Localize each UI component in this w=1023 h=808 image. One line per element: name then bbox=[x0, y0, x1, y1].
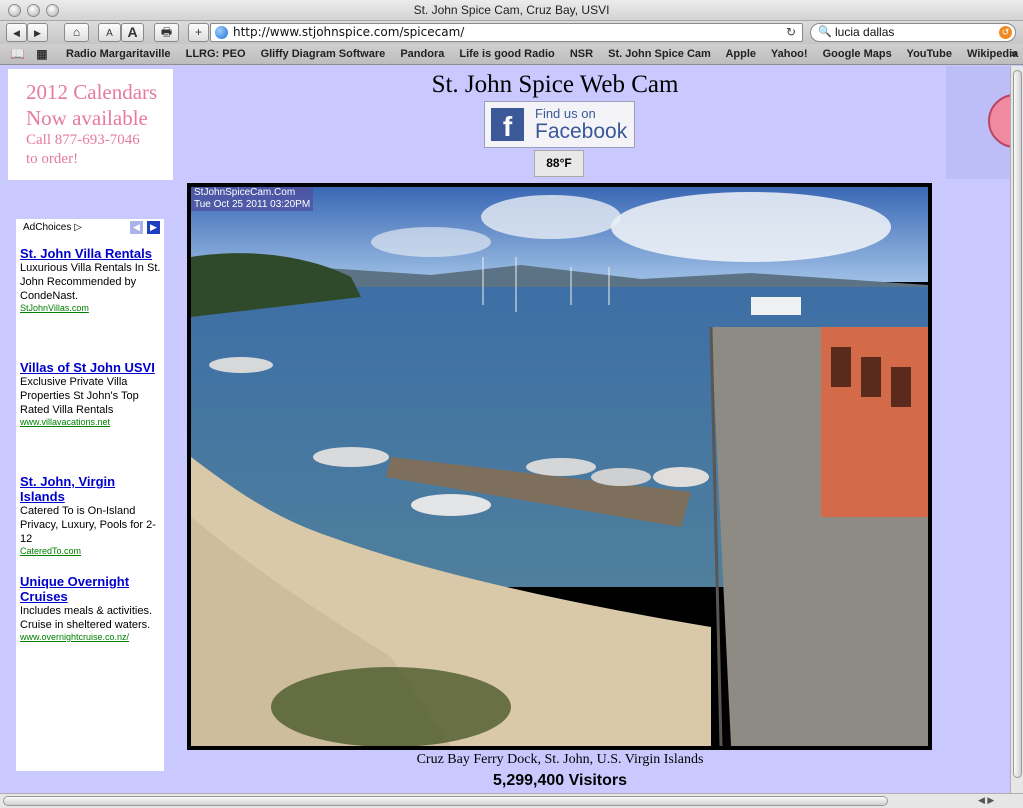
window-title: St. John Spice Cam, Cruz Bay, USVI bbox=[413, 3, 610, 17]
ad-url-link[interactable]: www.villavacations.net bbox=[20, 417, 162, 427]
spice-logo-icon bbox=[988, 94, 1010, 148]
chevron-left-icon[interactable]: ◀ bbox=[130, 221, 143, 234]
bookmark-item[interactable]: St. John Spice Cam bbox=[608, 48, 711, 60]
forward-icon: ▶ bbox=[34, 28, 41, 38]
webcam-frame: StJohnSpiceCam.Com Tue Oct 25 2011 03:20… bbox=[187, 183, 932, 750]
bookmark-item[interactable]: LLRG: PEO bbox=[186, 48, 246, 60]
ad-body: Includes meals & activities. Cruise in s… bbox=[20, 605, 153, 631]
bookmarks-bar: 📖 ▦ Radio Margaritaville LLRG: PEO Gliff… bbox=[0, 44, 1023, 65]
text-bigger-label: A bbox=[127, 24, 138, 40]
adchoices-label[interactable]: AdChoices ▷ bbox=[23, 222, 82, 233]
bookmark-item[interactable]: NSR bbox=[570, 48, 593, 60]
ad-title-link[interactable]: St. John, Virgin Islands bbox=[20, 474, 162, 504]
chevron-right-icon[interactable]: ▶ bbox=[147, 221, 160, 234]
bookmark-item[interactable]: Yahoo! bbox=[771, 48, 808, 60]
calendar-ad[interactable]: 2012 Calendars Now available Call 877-69… bbox=[8, 69, 173, 180]
facebook-icon: f bbox=[491, 108, 524, 142]
bookmarks-overflow-button[interactable]: » bbox=[1011, 44, 1017, 64]
horizontal-scroll-thumb[interactable] bbox=[3, 796, 888, 806]
bookmark-item[interactable]: Gliffy Diagram Software bbox=[261, 48, 386, 60]
bookmarks-icons: 📖 ▦ bbox=[10, 44, 48, 64]
stamp-datetime: Tue Oct 25 2011 03:20PM bbox=[194, 199, 311, 210]
ad-url-link[interactable]: www.overnightcruise.co.nz/ bbox=[20, 632, 162, 642]
add-bookmark-button[interactable]: + bbox=[188, 23, 209, 42]
webcam-scene bbox=[191, 187, 928, 746]
horizontal-scrollbar[interactable]: ◀ ▶ bbox=[0, 793, 1023, 808]
reload-icon[interactable]: ↻ bbox=[786, 24, 796, 41]
text-smaller-label: A bbox=[106, 28, 113, 39]
snapback-icon[interactable]: ↺ bbox=[999, 26, 1012, 39]
scroll-arrows-icon[interactable]: ◀ ▶ bbox=[978, 795, 994, 806]
webcam-timestamp: StJohnSpiceCam.Com Tue Oct 25 2011 03:20… bbox=[191, 187, 314, 211]
print-button[interactable]: 🖶 bbox=[154, 23, 179, 42]
back-button[interactable]: ◀ bbox=[6, 23, 27, 42]
temperature-badge[interactable]: 88°F bbox=[534, 150, 584, 177]
bookmark-item[interactable]: Pandora bbox=[400, 48, 444, 60]
ad-body: Exclusive Private Villa Properties St Jo… bbox=[20, 376, 139, 416]
vertical-scrollbar[interactable] bbox=[1010, 66, 1023, 793]
right-banner-ad[interactable] bbox=[946, 66, 1010, 179]
plus-icon: + bbox=[194, 25, 202, 39]
bookmark-item[interactable]: Google Maps bbox=[823, 48, 892, 60]
ad-item: Unique Overnight Cruises Includes meals … bbox=[20, 574, 162, 642]
open-book-icon[interactable]: 📖 bbox=[10, 47, 25, 61]
back-icon: ◀ bbox=[13, 28, 20, 38]
forward-button[interactable]: ▶ bbox=[27, 23, 48, 42]
calendar-ad-line3: Call 877-693-7046 bbox=[26, 132, 140, 148]
printer-icon: 🖶 bbox=[160, 25, 173, 39]
close-window-button[interactable] bbox=[8, 4, 21, 17]
webcam-image[interactable]: StJohnSpiceCam.Com Tue Oct 25 2011 03:20… bbox=[191, 187, 928, 746]
ad-body: Luxurious Villa Rentals In St. John Reco… bbox=[20, 262, 161, 302]
search-field[interactable]: 🔍 lucia dallas ↺ bbox=[810, 23, 1016, 42]
address-text: http://www.stjohnspice.com/spicecam/ bbox=[233, 25, 465, 39]
grid-icon[interactable]: ▦ bbox=[36, 47, 47, 61]
window-titlebar: St. John Spice Cam, Cruz Bay, USVI bbox=[0, 0, 1023, 21]
facebook-big-label: Facebook bbox=[535, 120, 628, 143]
vertical-scroll-thumb[interactable] bbox=[1013, 70, 1022, 778]
text-bigger-button[interactable]: A bbox=[121, 23, 144, 42]
ad-item: Villas of St John USVI Exclusive Private… bbox=[20, 360, 162, 427]
bookmark-list: Radio Margaritaville LLRG: PEO Gliffy Di… bbox=[66, 44, 1023, 64]
minimize-window-button[interactable] bbox=[27, 4, 40, 17]
ad-item: St. John Villa Rentals Luxurious Villa R… bbox=[20, 246, 162, 313]
visitor-counter: 5,299,400 Visitors bbox=[492, 772, 628, 789]
webcam-caption: Cruz Bay Ferry Dock, St. John, U.S. Virg… bbox=[416, 752, 704, 767]
page-title: St. John Spice Web Cam bbox=[431, 71, 679, 98]
ad-url-link[interactable]: StJohnVillas.com bbox=[20, 303, 162, 313]
ad-sidebar: AdChoices ▷ ◀ ▶ St. John Villa Rentals L… bbox=[16, 219, 164, 771]
ad-title-link[interactable]: St. John Villa Rentals bbox=[20, 246, 162, 261]
home-button[interactable]: ⌂ bbox=[64, 23, 89, 42]
calendar-ad-line1: 2012 Calendars bbox=[26, 80, 158, 104]
ad-title-link[interactable]: Villas of St John USVI bbox=[20, 360, 162, 375]
bookmark-item[interactable]: YouTube bbox=[907, 48, 952, 60]
bookmark-item[interactable]: Life is good Radio bbox=[459, 48, 554, 60]
temperature-value: 88°F bbox=[546, 156, 572, 170]
ad-item: St. John, Virgin Islands Catered To is O… bbox=[20, 474, 162, 556]
text-smaller-button[interactable]: A bbox=[98, 23, 121, 42]
calendar-ad-line2: Now available bbox=[26, 106, 148, 130]
search-icon: 🔍 bbox=[818, 26, 832, 38]
home-icon: ⌂ bbox=[72, 25, 81, 39]
zoom-window-button[interactable] bbox=[46, 4, 59, 17]
globe-icon bbox=[215, 26, 228, 39]
ad-title-link[interactable]: Unique Overnight Cruises bbox=[20, 574, 162, 604]
ad-body: Catered To is On-Island Privacy, Luxury,… bbox=[20, 505, 156, 545]
page-content: 2012 Calendars Now available Call 877-69… bbox=[0, 66, 1010, 793]
calendar-ad-line4: to order! bbox=[26, 151, 79, 167]
bookmark-item[interactable]: Radio Margaritaville bbox=[66, 48, 171, 60]
bookmark-item[interactable]: Apple bbox=[725, 48, 756, 60]
search-query: lucia dallas bbox=[835, 25, 895, 39]
facebook-small-label: Find us on bbox=[535, 106, 596, 121]
stamp-site: StJohnSpiceCam.Com bbox=[194, 187, 296, 198]
facebook-button[interactable]: f Find us on Facebook bbox=[484, 101, 635, 148]
address-bar[interactable]: http://www.stjohnspice.com/spicecam/ ↻ bbox=[210, 23, 803, 42]
browser-toolbar: ◀ ▶ ⌂ A A 🖶 + http://www.stjohnspice.com… bbox=[0, 21, 1023, 44]
ad-url-link[interactable]: CateredTo.com bbox=[20, 546, 162, 556]
